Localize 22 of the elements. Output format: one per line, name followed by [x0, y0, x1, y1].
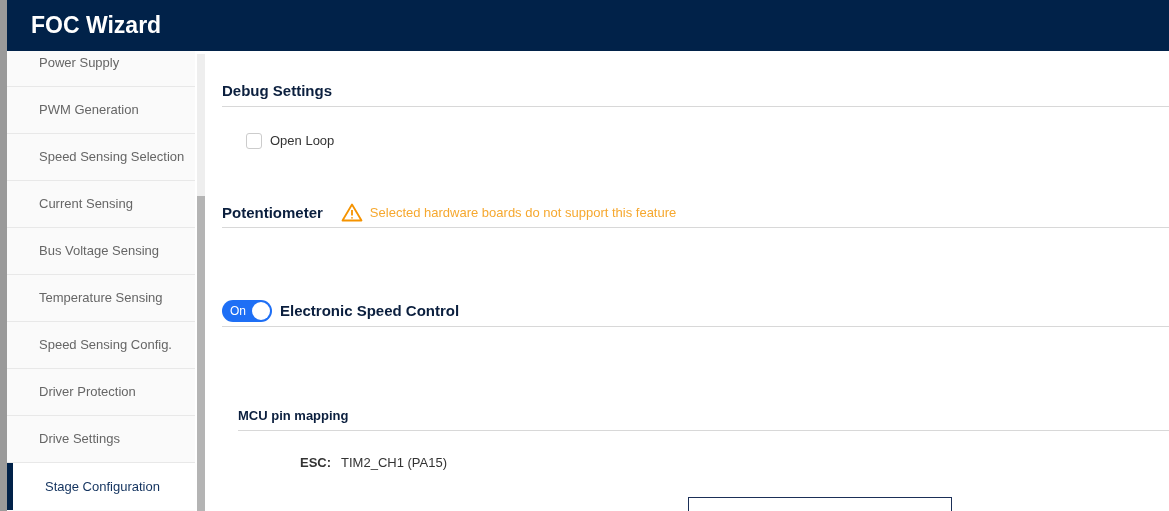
- toggle-switch[interactable]: On: [222, 300, 272, 323]
- sidebar-item[interactable]: Stage Configuration: [7, 463, 195, 510]
- sidebar-item[interactable]: PWM Generation: [7, 87, 195, 134]
- pin-label: ESC:: [300, 453, 332, 472]
- checkbox-label: Open Loop: [270, 132, 335, 150]
- sidebar-item[interactable]: Driver Protection: [7, 369, 195, 416]
- checkbox[interactable]: [246, 132, 262, 149]
- sidebar-item[interactable]: Bus Voltage Sensing: [7, 228, 195, 275]
- warning-icon: [340, 203, 363, 223]
- sidebar-item[interactable]: Speed Sensing Config.: [7, 322, 195, 369]
- sidebar-item[interactable]: Power Supply: [7, 51, 195, 87]
- sidebar-item[interactable]: Temperature Sensing: [7, 275, 195, 322]
- pin-value: TIM2_CH1 (PA15): [341, 453, 448, 472]
- subsection-heading: MCU pin mapping: [238, 407, 349, 423]
- section-heading: Electronic Speed Control: [280, 301, 460, 321]
- section-heading: Debug Settings: [222, 82, 332, 99]
- section-heading: Potentiometer: [222, 202, 323, 223]
- sidebar-item[interactable]: Current Sensing: [7, 181, 195, 228]
- scrollbar[interactable]: [197, 54, 205, 511]
- sidebar-item[interactable]: Speed Sensing Selection: [7, 134, 195, 181]
- warning-message: Selected hardware boards do not support this feature: [369, 204, 677, 222]
- app-title: FOC Wizard: [31, 11, 162, 41]
